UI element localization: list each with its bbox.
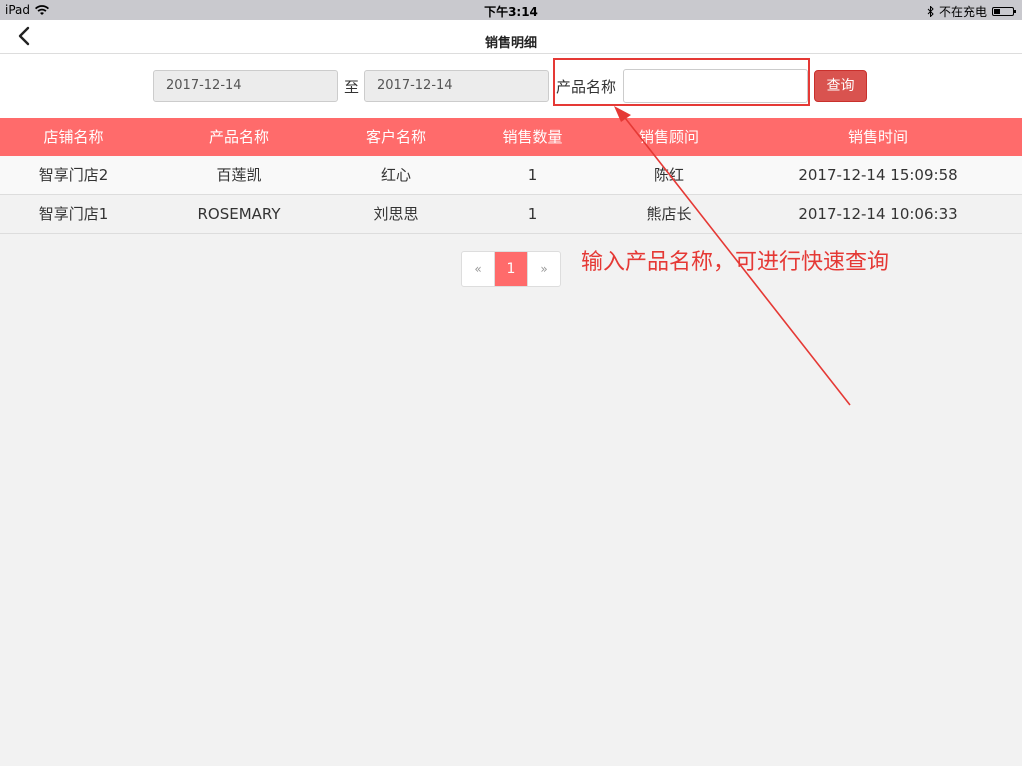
next-page-button[interactable]: »: [527, 252, 560, 286]
table-row[interactable]: 智享门店2 百莲凯 红心 1 陈红 2017-12-14 15:09:58: [0, 156, 1022, 195]
product-name-label: 产品名称: [556, 78, 617, 96]
column-header-product: 产品名称: [208, 128, 269, 146]
annotation-text: 输入产品名称，可进行快速查询: [581, 250, 890, 275]
date-range-separator: 至: [344, 78, 360, 96]
nav-bar: 销售明细: [0, 20, 1022, 54]
page-title: 销售明细: [484, 36, 537, 51]
prev-page-button[interactable]: «: [462, 252, 495, 286]
column-header-consultant: 销售顾问: [638, 128, 699, 146]
customer-cell: 刘思思: [373, 205, 419, 223]
bluetooth-icon: [927, 6, 934, 17]
charging-status: 不在充电: [938, 5, 987, 19]
quantity-cell: 1: [527, 166, 538, 184]
table-row[interactable]: 智享门店1 ROSEMARY 刘思思 1 熊店长 2017-12-14 10:0…: [0, 195, 1022, 234]
table-header: 店铺名称 产品名称 客户名称 销售数量 销售顾问 销售时间: [0, 118, 1022, 156]
search-button[interactable]: 查询: [814, 70, 867, 102]
product-cell: 百莲凯: [216, 166, 262, 184]
column-header-time: 销售时间: [847, 128, 908, 146]
store-cell: 智享门店1: [38, 205, 109, 223]
product-name-input[interactable]: [623, 69, 808, 103]
consultant-cell: 陈红: [653, 166, 684, 184]
time-cell: 2017-12-14 15:09:58: [798, 166, 958, 184]
product-cell: ROSEMARY: [197, 205, 281, 223]
page-1-button[interactable]: 1: [495, 252, 527, 286]
time-cell: 2017-12-14 10:06:33: [798, 205, 958, 223]
status-time: 下午3:14: [484, 5, 538, 19]
store-cell: 智享门店2: [38, 166, 109, 184]
start-date-input[interactable]: 2017-12-14: [153, 70, 338, 102]
end-date-input[interactable]: 2017-12-14: [364, 70, 549, 102]
consultant-cell: 熊店长: [646, 205, 692, 223]
column-header-quantity: 销售数量: [502, 128, 563, 146]
battery-icon: [992, 7, 1016, 16]
column-header-store: 店铺名称: [43, 128, 104, 146]
status-bar: iPad 下午3:14 不在充电: [0, 0, 1022, 20]
pagination: « 1 »: [461, 251, 561, 287]
column-header-customer: 客户名称: [365, 128, 426, 146]
filter-bar: 2017-12-14 至 2017-12-14 产品名称 查询: [0, 54, 1022, 118]
customer-cell: 红心: [380, 166, 411, 184]
quantity-cell: 1: [527, 205, 538, 223]
